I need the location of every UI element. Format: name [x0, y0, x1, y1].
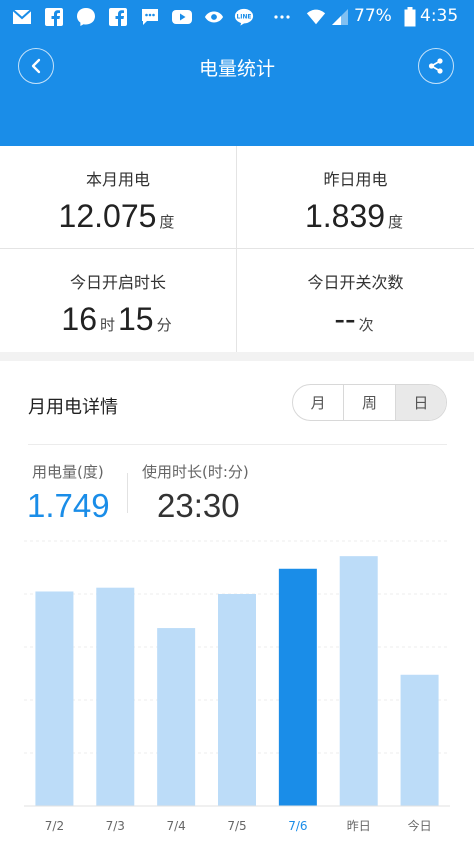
duration-value: 23:30 — [157, 487, 240, 524]
stat-yesterday-usage: 昨日用电 1.839 度 — [237, 146, 474, 249]
stat-value: -- — [334, 301, 356, 337]
stat-switch-count: 今日开关次数 -- 次 — [237, 249, 474, 352]
chart-bar[interactable] — [218, 594, 256, 806]
chart-x-tick-label: 7/5 — [227, 819, 246, 833]
chart-x-tick-label: 昨日 — [347, 819, 371, 833]
stat-label: 昨日用电 — [323, 170, 388, 189]
stat-label: 今日开关次数 — [307, 273, 404, 292]
chart-x-tick-label: 7/2 — [45, 819, 64, 833]
duration-label: 使用时长(时:分) — [142, 463, 249, 481]
stat-minutes: 15 — [118, 301, 154, 337]
eye-icon — [204, 7, 224, 27]
chart-bar[interactable] — [35, 591, 74, 806]
chart-x-tick-label: 7/4 — [166, 819, 185, 833]
period-selector: 月 周 日 — [292, 384, 447, 421]
stat-on-duration: 今日开启时长 16 时15 分 — [0, 249, 237, 352]
chart-bar[interactable] — [157, 628, 196, 806]
line-icon: LINE — [234, 7, 254, 27]
tab-day[interactable]: 日 — [395, 385, 446, 420]
energy-value: 1.749 — [27, 487, 110, 524]
stat-hours-unit: 时 — [99, 316, 115, 334]
status-bar: LINE 77% 4:35 — [0, 0, 474, 34]
tab-week[interactable]: 周 — [344, 385, 396, 420]
facebook-icon — [108, 7, 128, 27]
stat-minutes-unit: 分 — [156, 316, 172, 334]
stat-unit: 度 — [388, 213, 404, 231]
stat-month-usage: 本月用电 12.075 度 — [0, 146, 237, 249]
signal-icon — [330, 7, 350, 27]
stat-unit: 度 — [159, 213, 175, 231]
mail-icon — [12, 7, 32, 27]
chart-x-tick-label: 今日 — [408, 818, 432, 833]
energy-label: 用电量(度) — [32, 463, 104, 481]
battery-icon — [400, 7, 420, 27]
stat-label: 本月用电 — [85, 170, 150, 189]
stat-label: 今日开启时长 — [69, 273, 166, 292]
stat-value: 1.839 — [304, 198, 386, 234]
page-title: 电量统计 — [198, 58, 275, 80]
share-icon — [428, 58, 443, 74]
chat-icon — [140, 7, 160, 27]
wifi-icon — [306, 7, 326, 27]
divider — [28, 444, 447, 445]
stat-value: 12.075 — [58, 198, 157, 234]
share-button[interactable] — [418, 48, 454, 84]
stat-hours: 16 — [61, 301, 97, 337]
chart-x-tick-label: 7/3 — [106, 819, 125, 833]
chart-bar[interactable] — [96, 587, 135, 806]
more-dots-icon — [272, 7, 292, 27]
chart-bar[interactable] — [278, 568, 317, 806]
chart-bar[interactable] — [400, 674, 439, 806]
usage-detail-card: 月用电详情 月 周 日 用电量(度) 1.749 使用时长(时:分) 23:30… — [0, 361, 474, 843]
chart-bar[interactable] — [339, 556, 378, 806]
youtube-icon — [172, 7, 192, 27]
stats-grid: 本月用电 12.075 度 昨日用电 1.839 度 今日开启时长 16 时15 分 今… — [0, 146, 474, 352]
divider — [127, 473, 128, 513]
battery-percentage: 77% — [354, 6, 392, 26]
svg-text:LINE: LINE — [237, 14, 252, 20]
messenger-icon — [76, 7, 96, 27]
tab-month[interactable]: 月 — [293, 385, 345, 420]
section-title: 月用电详情 — [28, 397, 118, 418]
usage-bar-chart: 7/2 7/3 7/4 7/5 7/6 昨日 今日 — [24, 540, 450, 833]
stat-unit: 次 — [358, 316, 374, 334]
chart-x-tick-label: 7/6 — [288, 819, 307, 833]
app-header: 电量统计 — [0, 34, 474, 146]
facebook-icon — [44, 7, 64, 27]
clock-time: 4:35 — [420, 6, 459, 26]
